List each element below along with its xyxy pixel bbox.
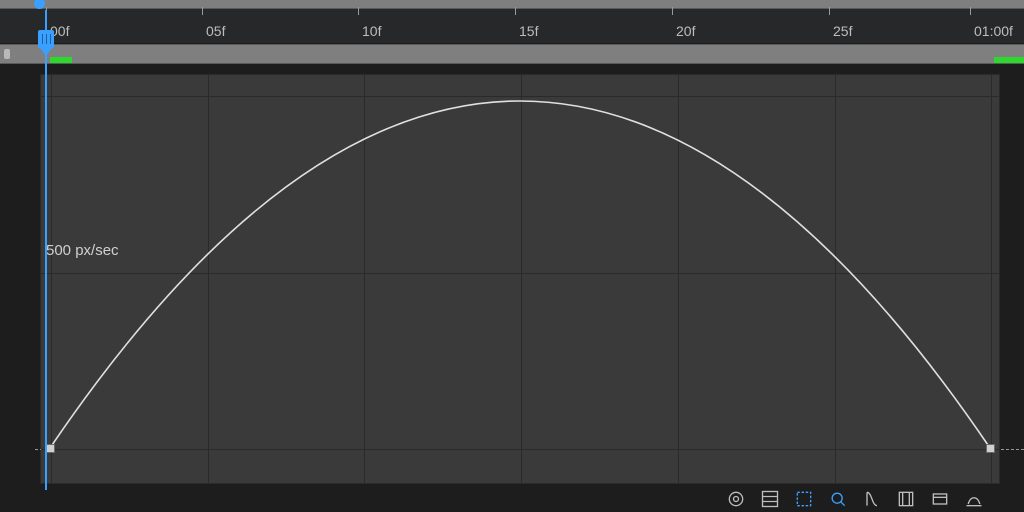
grid-vertical xyxy=(51,75,52,483)
layer-in-marker[interactable] xyxy=(50,57,72,63)
grid-horizontal xyxy=(41,449,999,450)
time-tick: 20f xyxy=(672,9,691,25)
zoom-to-contents-icon[interactable] xyxy=(726,489,746,512)
speed-graph-area[interactable] xyxy=(40,74,1000,484)
time-tick: 15f xyxy=(515,9,534,25)
grid-vertical xyxy=(835,75,836,483)
time-tick: 10f xyxy=(358,9,377,25)
time-tick: 01:00f xyxy=(970,9,1009,25)
y-axis-label: 500 px/sec xyxy=(46,242,119,259)
grid-vertical xyxy=(521,75,522,483)
grid-horizontal xyxy=(41,96,999,97)
transform-box-icon[interactable] xyxy=(964,489,984,512)
time-tick: 25f xyxy=(829,9,848,25)
time-tick: 00f xyxy=(46,9,65,25)
current-time-indicator-line[interactable] xyxy=(45,10,47,490)
edit-selected-keyframes-icon[interactable] xyxy=(896,489,916,512)
graph-editor-toolbar xyxy=(0,489,1024,506)
work-area-bar[interactable] xyxy=(0,44,1024,64)
grid-vertical xyxy=(364,75,365,483)
convert-expression-icon[interactable] xyxy=(930,489,950,512)
current-time-indicator-head[interactable] xyxy=(38,30,54,48)
grid-vertical xyxy=(678,75,679,483)
choose-graph-type-icon[interactable] xyxy=(760,489,780,512)
keyframe-handle[interactable] xyxy=(986,444,995,453)
work-area-start-handle[interactable] xyxy=(4,49,10,59)
timeline-zoom-bar[interactable] xyxy=(0,0,1024,9)
grid-vertical xyxy=(208,75,209,483)
keyframe-handle[interactable] xyxy=(46,444,55,453)
layer-out-marker[interactable] xyxy=(994,57,1024,63)
zoom-knob-left[interactable] xyxy=(34,0,45,9)
fit-selection-icon[interactable] xyxy=(794,489,814,512)
time-ruler[interactable]: 00f 05f 10f 15f 20f 25f 01:00f xyxy=(0,9,1024,43)
grid-horizontal xyxy=(41,273,999,274)
time-tick: 05f xyxy=(202,9,221,25)
grid-vertical xyxy=(991,75,992,483)
separate-dimensions-icon[interactable] xyxy=(862,489,882,512)
snap-icon[interactable] xyxy=(828,489,848,512)
